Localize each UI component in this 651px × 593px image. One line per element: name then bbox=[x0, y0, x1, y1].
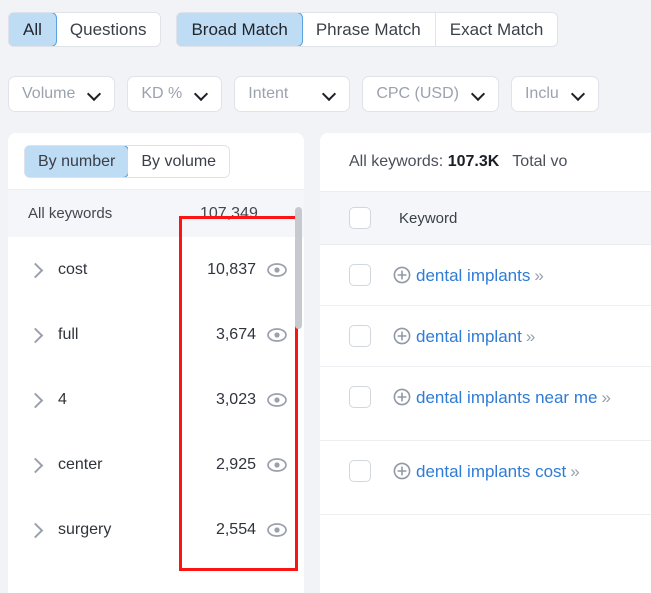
keyword-link[interactable]: dental implants» bbox=[393, 264, 645, 289]
summary-total-volume-label: Total vo bbox=[512, 153, 568, 170]
table-row[interactable]: dental implant» bbox=[320, 306, 651, 367]
row-checkbox[interactable] bbox=[349, 325, 371, 347]
select-all-checkbox[interactable] bbox=[349, 207, 371, 229]
eye-icon[interactable] bbox=[266, 327, 288, 343]
eye-icon[interactable] bbox=[266, 392, 288, 408]
keyword-link[interactable]: dental implants cost» bbox=[393, 460, 645, 485]
filter-kd-label: KD % bbox=[141, 85, 183, 102]
filter-volume-label: Volume bbox=[22, 85, 76, 102]
chevron-right-icon[interactable] bbox=[28, 457, 44, 473]
table-row[interactable]: dental implants cost» bbox=[320, 441, 651, 515]
tab-questions[interactable]: Questions bbox=[55, 13, 161, 46]
filter-cpc-label: CPC (USD) bbox=[376, 85, 459, 102]
table-row[interactable]: dental implants near me» bbox=[320, 367, 651, 441]
chevron-down-icon bbox=[324, 88, 336, 100]
double-chevron-right-icon[interactable]: » bbox=[526, 325, 536, 350]
all-keywords-row[interactable]: All keywords 107,349 bbox=[8, 189, 304, 237]
double-chevron-right-icon[interactable]: » bbox=[534, 264, 544, 289]
top-tab-bar: All Questions Broad Match Phrase Match E… bbox=[8, 12, 559, 47]
chevron-right-icon[interactable] bbox=[28, 327, 44, 343]
keyword-link[interactable]: dental implant» bbox=[393, 325, 645, 350]
group-row[interactable]: 4 3,023 bbox=[8, 367, 304, 432]
chevron-down-icon bbox=[89, 88, 101, 100]
filter-include-label: Inclu bbox=[524, 85, 559, 102]
keyword-link[interactable]: dental implants near me» bbox=[393, 386, 645, 411]
filter-include[interactable]: Inclu bbox=[510, 76, 599, 112]
table-column-header: Keyword bbox=[320, 191, 651, 245]
group-row[interactable]: cost 10,837 bbox=[8, 237, 304, 302]
all-keywords-label: All keywords bbox=[28, 205, 113, 222]
keywords-summary: All keywords: 107.3K Total vo bbox=[320, 133, 651, 191]
keyword-text: dental implants near me bbox=[416, 388, 598, 407]
tab-group-sort-mode: By number By volume bbox=[24, 145, 231, 178]
tab-exact-match[interactable]: Exact Match bbox=[435, 13, 558, 46]
table-row[interactable]: dental implants» bbox=[320, 245, 651, 306]
double-chevron-right-icon[interactable]: » bbox=[601, 386, 611, 411]
filter-bar: Volume KD % Intent CPC (USD) Inclu bbox=[8, 76, 599, 112]
group-name: surgery bbox=[58, 520, 112, 538]
filter-intent[interactable]: Intent bbox=[234, 76, 351, 112]
tab-phrase-match[interactable]: Phrase Match bbox=[301, 13, 436, 46]
summary-all-keywords-label: All keywords: bbox=[349, 153, 444, 170]
all-keywords-count: 107,349 bbox=[200, 204, 258, 222]
left-panel-toolbar: By number By volume bbox=[8, 133, 304, 189]
chevron-down-icon bbox=[473, 88, 485, 100]
keyword-text: dental implants bbox=[416, 266, 531, 285]
filter-cpc[interactable]: CPC (USD) bbox=[362, 76, 499, 112]
chevron-down-icon bbox=[573, 88, 585, 100]
filter-volume[interactable]: Volume bbox=[8, 76, 116, 112]
plus-circle-icon[interactable] bbox=[393, 462, 411, 480]
keyword-groups-panel: By number By volume All keywords 107,349… bbox=[8, 133, 304, 593]
group-count: 3,674 bbox=[215, 325, 256, 343]
left-panel-scrollbar-thumb[interactable] bbox=[295, 207, 302, 329]
group-name: full bbox=[58, 325, 79, 343]
group-count: 3,023 bbox=[215, 390, 256, 408]
row-checkbox[interactable] bbox=[349, 386, 371, 408]
column-header-keyword: Keyword bbox=[399, 209, 458, 227]
keyword-text: dental implants cost bbox=[416, 462, 567, 481]
row-checkbox[interactable] bbox=[349, 264, 371, 286]
keyword-text: dental implant bbox=[416, 327, 522, 346]
chevron-right-icon[interactable] bbox=[28, 262, 44, 278]
eye-icon[interactable] bbox=[266, 522, 288, 538]
group-row[interactable]: center 2,925 bbox=[8, 432, 304, 497]
row-checkbox[interactable] bbox=[349, 460, 371, 482]
chevron-down-icon bbox=[196, 88, 208, 100]
tab-by-number[interactable]: By number bbox=[25, 146, 130, 177]
summary-all-keywords-value: 107.3K bbox=[447, 153, 500, 170]
group-row[interactable]: full 3,674 bbox=[8, 302, 304, 367]
eye-icon[interactable] bbox=[266, 262, 288, 278]
eye-icon[interactable] bbox=[266, 457, 288, 473]
keywords-table-panel: All keywords: 107.3K Total vo Keyword den… bbox=[320, 133, 651, 593]
tab-all[interactable]: All bbox=[9, 13, 57, 46]
tab-group-question-type: All Questions bbox=[8, 12, 162, 47]
chevron-right-icon[interactable] bbox=[28, 522, 44, 538]
group-count: 2,925 bbox=[215, 455, 256, 473]
group-row[interactable]: surgery 2,554 bbox=[8, 497, 304, 562]
plus-circle-icon[interactable] bbox=[393, 266, 411, 284]
tab-group-match-type: Broad Match Phrase Match Exact Match bbox=[176, 12, 559, 47]
filter-intent-label: Intent bbox=[248, 85, 289, 102]
tab-broad-match[interactable]: Broad Match bbox=[177, 13, 303, 46]
group-count: 2,554 bbox=[215, 520, 256, 538]
double-chevron-right-icon[interactable]: » bbox=[570, 460, 580, 485]
group-count: 10,837 bbox=[207, 260, 256, 278]
chevron-right-icon[interactable] bbox=[28, 392, 44, 408]
plus-circle-icon[interactable] bbox=[393, 388, 411, 406]
plus-circle-icon[interactable] bbox=[393, 327, 411, 345]
filter-kd[interactable]: KD % bbox=[127, 76, 223, 112]
tab-by-volume[interactable]: By volume bbox=[128, 146, 230, 177]
group-name: 4 bbox=[58, 390, 67, 408]
group-name: cost bbox=[58, 260, 88, 278]
group-name: center bbox=[58, 455, 103, 473]
